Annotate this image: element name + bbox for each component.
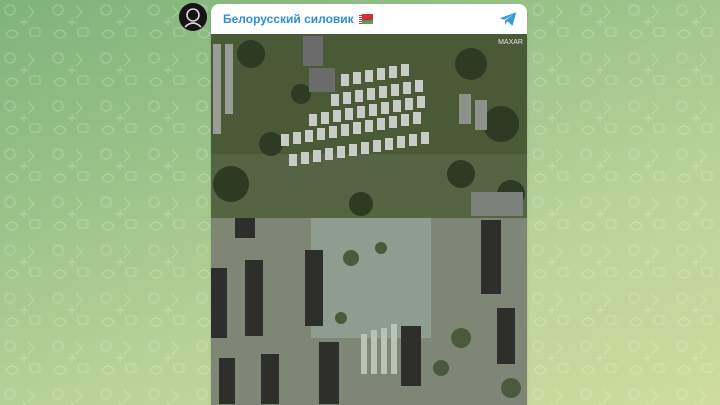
maxar-watermark: MAXAR — [498, 39, 523, 46]
avatar-silhouette-icon — [179, 3, 207, 31]
channel-post: Белорусский силовик MAXAR — [211, 4, 527, 405]
belarus-flag-icon — [358, 14, 373, 24]
telegram-send-icon[interactable] — [499, 11, 517, 27]
channel-avatar[interactable] — [179, 3, 207, 31]
post-header: Белорусский силовик — [211, 4, 527, 34]
satellite-photo-after[interactable] — [211, 218, 527, 405]
channel-name[interactable]: Белорусский силовик — [223, 12, 373, 26]
satellite-photo-before[interactable]: MAXAR — [211, 34, 527, 218]
